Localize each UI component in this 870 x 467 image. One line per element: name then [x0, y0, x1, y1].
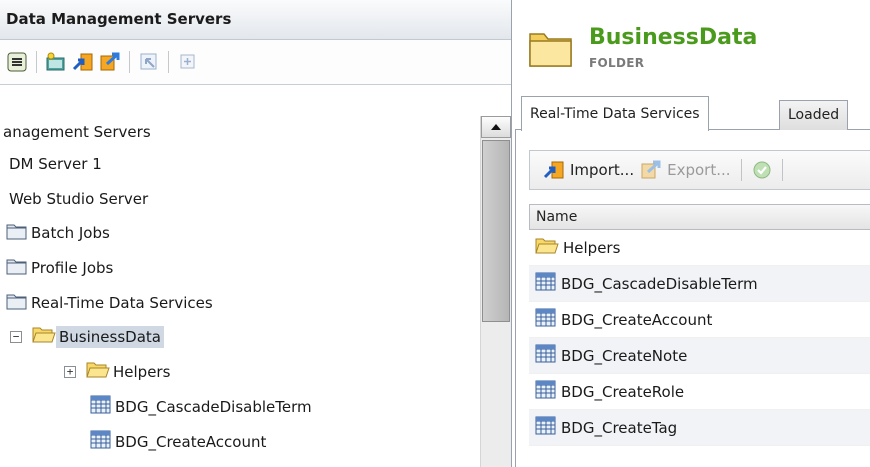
tree-item-bdg-cascadedisableterm[interactable]: BDG_CascadeDisableTerm [90, 392, 315, 422]
data-service-icon [90, 395, 112, 419]
scroll-thumb[interactable] [482, 140, 510, 322]
tree-item-label: Profile Jobs [31, 259, 114, 277]
folder-icon [6, 292, 28, 314]
large-folder-icon [528, 30, 574, 72]
tab-loaded[interactable]: Loaded [779, 100, 849, 130]
expand-toggle[interactable]: + [64, 366, 76, 378]
validate-button[interactable] [752, 160, 772, 180]
tree-item-management-servers[interactable]: anagement Servers [0, 117, 154, 147]
tree-item-label: Helpers [113, 363, 171, 381]
open-folder-icon [32, 326, 56, 348]
grid-row-bdg-createnote[interactable]: BDG_CreateNote [529, 338, 870, 374]
tree-item-real-time-data-services[interactable]: Real-Time Data Services [6, 288, 216, 318]
tree-item-profile-jobs[interactable]: Profile Jobs [6, 253, 116, 283]
panel-menu-icon[interactable] [6, 51, 28, 73]
tree-item-bdg-createaccount[interactable]: BDG_CreateAccount [90, 427, 269, 457]
folder-type-label: FOLDER [589, 56, 645, 70]
import-label: Import... [570, 161, 635, 179]
panel-title: Data Management Servers [0, 0, 511, 40]
data-service-icon [535, 344, 557, 368]
properties-icon [138, 51, 160, 73]
tree-item-batch-jobs[interactable]: Batch Jobs [6, 218, 113, 248]
tree-item-label: Batch Jobs [31, 224, 110, 242]
folder-header: BusinessData FOLDER [515, 0, 870, 88]
tree-item-label: Web Studio Server [9, 190, 149, 208]
tree-item-label: BDG_CreateAccount [115, 433, 267, 451]
grid-row-label: BDG_CreateAccount [561, 310, 713, 329]
check-circle-icon [753, 161, 770, 179]
grid-row-label: Helpers [563, 238, 621, 257]
tree-item-label: DM Server 1 [9, 155, 102, 173]
tree-item-label: anagement Servers [3, 123, 151, 141]
arrow-up-icon [491, 124, 501, 130]
toolbar-separator [168, 51, 169, 73]
data-service-icon [535, 380, 557, 404]
data-service-icon [535, 272, 557, 296]
data-service-icon [90, 430, 112, 454]
data-service-icon [535, 308, 557, 332]
left-toolbar [0, 40, 511, 85]
export-button[interactable]: Export... [640, 160, 731, 180]
tree-item-businessdata[interactable]: − BusinessData [10, 322, 164, 352]
tree-item-helpers[interactable]: + Helpers [64, 357, 173, 387]
import-icon [543, 161, 564, 179]
grid-row-bdg-createtag[interactable]: BDG_CreateTag [529, 410, 870, 446]
import-icon[interactable] [72, 51, 94, 73]
grid-row-label: BDG_CreateRole [561, 382, 685, 401]
collapse-toggle[interactable]: − [10, 331, 22, 343]
folder-icon [6, 257, 28, 279]
toolbar-separator [781, 159, 783, 181]
services-grid: Name Helpers BDG_CascadeDisableTerm BDG_… [529, 204, 870, 446]
toolbar-separator [129, 51, 130, 73]
tab-content: Import... Export... Name Helpers BDG_Cas… [515, 130, 870, 467]
tree-item-label: Real-Time Data Services [31, 294, 213, 312]
tab-strip: Real-Time Data Services Loaded [515, 96, 870, 131]
services-toolbar: Import... Export... [529, 150, 870, 190]
grid-row-label: BDG_CreateNote [561, 346, 688, 365]
tree-item-label: BusinessData [56, 326, 164, 348]
grid-row-label: BDG_CascadeDisableTerm [561, 274, 758, 293]
tree-item-label: BDG_CascadeDisableTerm [115, 398, 312, 416]
folder-details-panel: BusinessData FOLDER Real-Time Data Servi… [515, 0, 870, 467]
folder-icon [86, 361, 110, 383]
tree-item-dm-server-1[interactable]: DM Server 1 [6, 149, 105, 179]
tree-item-web-studio-server[interactable]: Web Studio Server [6, 184, 151, 214]
scroll-up-button[interactable] [481, 116, 511, 138]
column-header-name[interactable]: Name [529, 204, 870, 230]
export-icon [641, 160, 661, 179]
new-folder-icon[interactable] [45, 51, 67, 73]
folder-icon [535, 237, 559, 259]
tree-scrollbar[interactable] [480, 116, 511, 467]
tab-real-time-data-services[interactable]: Real-Time Data Services [521, 96, 709, 131]
expand-icon [177, 51, 199, 73]
data-management-servers-panel: Data Management Servers anagement Server… [0, 0, 512, 467]
export-label: Export... [667, 161, 731, 179]
toolbar-separator [36, 51, 37, 73]
folder-icon [6, 222, 28, 244]
grid-row-bdg-createrole[interactable]: BDG_CreateRole [529, 374, 870, 410]
grid-row-label: BDG_CreateTag [561, 418, 678, 437]
grid-row-bdg-cascadedisableterm[interactable]: BDG_CascadeDisableTerm [529, 266, 870, 302]
folder-name: BusinessData [589, 25, 758, 50]
export-icon[interactable] [99, 51, 121, 73]
data-service-icon [535, 416, 557, 440]
toolbar-separator [740, 159, 742, 181]
import-button[interactable]: Import... [543, 160, 634, 180]
grid-row-helpers[interactable]: Helpers [529, 230, 870, 266]
grid-row-bdg-createaccount[interactable]: BDG_CreateAccount [529, 302, 870, 338]
